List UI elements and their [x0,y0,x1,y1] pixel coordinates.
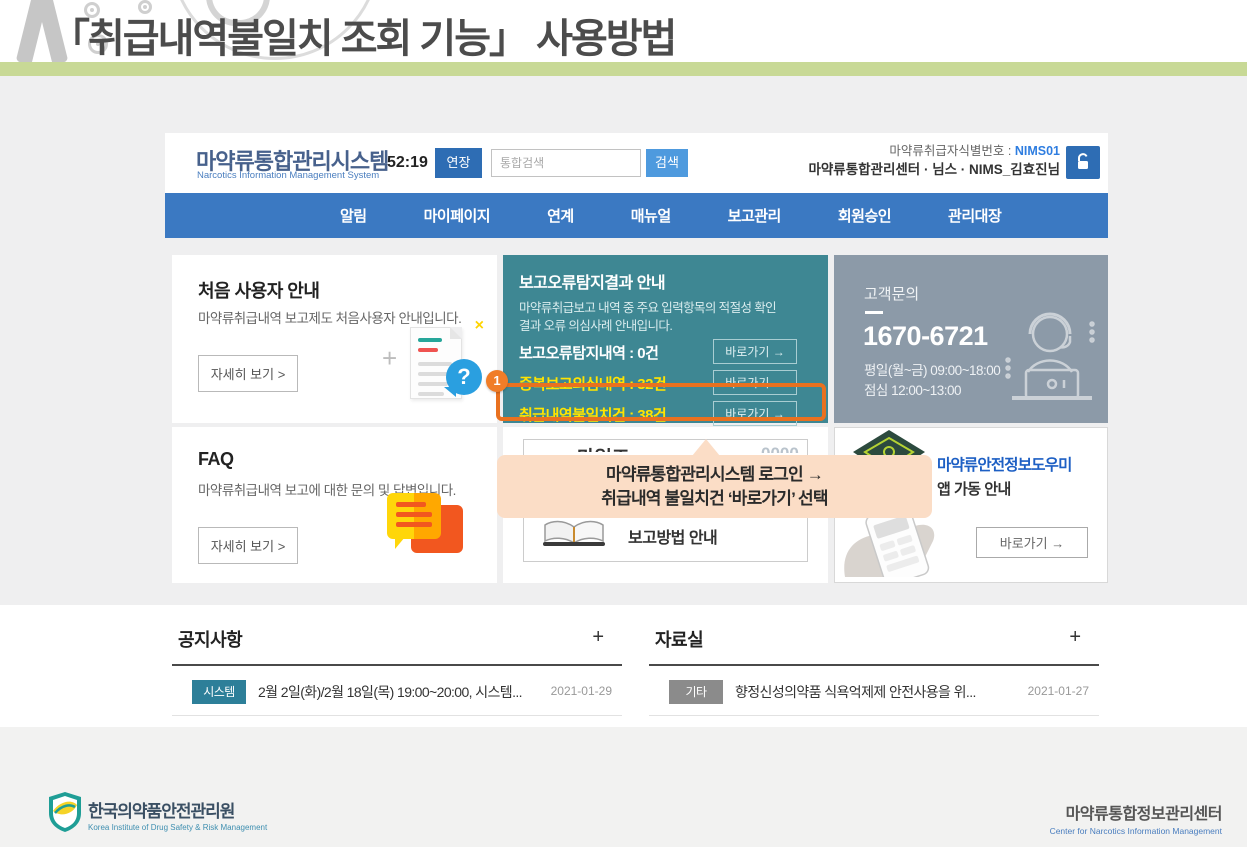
footer-left-logo: 한국의약품안전관리원 Korea Institute of Drug Safet… [48,791,267,838]
nav-item-alerts[interactable]: 알림 [340,205,367,226]
nav-item-mypage[interactable]: 마이페이지 [424,205,491,226]
app-go-button[interactable]: 바로가기 → [976,527,1088,558]
notice-more-button[interactable]: + [592,626,604,649]
user-id-label: 마약류취급자식별번호 : [889,144,1014,158]
card-first-user-guide: 처음 사용자 안내 마약류취급내역 보고제도 처음사용자 안내입니다. 자세히 … [172,255,497,423]
contact-lunch-hours: 점심 12:00~13:00 [864,379,961,399]
main-nav: 알림 마이페이지 연계 매뉴얼 보고관리 회원승인 관리대장 [165,193,1108,238]
nav-item-manual[interactable]: 매뉴얼 [631,205,671,226]
chat-bubbles-icon [387,493,465,561]
archive-text: 향정신성의약품 식욕억제제 안전사용을 위... [735,682,976,702]
page-title: 「취급내역불일치 조회 기능」 사용방법 [50,6,675,62]
instruction-callout: 마약류통합관리시스템 로그인 → 취급내역 불일치건 ‘바로가기’ 선택 [497,455,932,518]
faq-detail-button[interactable]: 자세히 보기 > [198,527,298,564]
row-error-count: 보고오류탐지내역 : 0건 [519,342,658,363]
user-id-line: 마약류취급자식별번호 : NIMS01 [889,140,1060,159]
go-button-error[interactable]: 바로가기 → [713,339,797,364]
mismatch-row-highlight [496,383,826,421]
session-extend-button[interactable]: 연장 [435,148,482,178]
notice-row[interactable]: 시스템 2월 2일(화)/2월 18일(목) 19:00~20:00, 시스템.… [172,666,622,716]
search-button[interactable]: 검색 [646,149,688,177]
card-title: 보고오류탐지결과 안내 [519,269,665,293]
site-logo-subtitle: Narcotics Information Management System [197,170,379,181]
notice-board-section: 공지사항 + 시스템 2월 2일(화)/2월 18일(목) 19:00~20:0… [172,618,622,716]
kids-shield-icon [48,791,82,838]
card-customer-contact: 고객문의 1670-6721 평일(월~금) 09:00~18:00 점심 12… [834,255,1108,423]
footer-left-name: 한국의약품안전관리원 [88,797,267,822]
user-id-value: NIMS01 [1015,144,1060,158]
nav-item-member-approval[interactable]: 회원승인 [838,205,891,226]
step-1-badge: 1 [486,370,508,392]
archive-date: 2021-01-27 [1028,684,1089,698]
card-title: FAQ [198,449,234,470]
callout-line-2: 취급내역 불일치건 ‘바로가기’ 선택 [497,487,932,511]
archive-section: 자료실 + 기타 향정신성의약품 식욕억제제 안전사용을 위... 2021-0… [649,618,1099,716]
open-book-icon [541,519,607,554]
slide: 「취급내역불일치 조회 기능」 사용방법 마약류통합관리시스템 Narcotic… [0,0,1247,847]
nav-item-report-mgmt[interactable]: 보고관리 [728,205,781,226]
title-band: 「취급내역불일치 조회 기능」 사용방법 [0,0,1247,62]
document-question-icon: +× ? [382,321,492,417]
search-input[interactable] [491,149,641,177]
archive-badge: 기타 [669,680,723,704]
notice-title: 공지사항 [178,626,242,652]
footer-right-name: 마약류통합정보관리센터 [1050,800,1222,824]
notice-badge: 시스템 [192,680,246,704]
user-org-line: 마약류통합관리센터 · 님스 · NIMS_김효진님 [808,158,1060,178]
footer-left-subtitle: Korea Institute of Drug Safety & Risk Ma… [88,823,267,832]
lock-button[interactable] [1066,146,1100,179]
guide-book-label: 보고방법 안내 [628,524,717,548]
footer-right-subtitle: Center for Narcotics Information Managem… [1050,826,1222,836]
card-faq: FAQ 마약류취급내역 보고에 대한 문의 및 답변입니다. 자세히 보기 > [172,427,497,583]
first-user-detail-button[interactable]: 자세히 보기 > [198,355,298,392]
callout-line-1: 마약류통합관리시스템 로그인 → [497,463,932,487]
guide-partial-title: 마일즈 [577,443,647,452]
session-timer: 52:19 [387,154,428,172]
nav-item-ledger[interactable]: 관리대장 [948,205,1001,226]
unlock-icon [1075,158,1091,173]
card-desc-line2: 결과 오류 의심사례 안내입니다. [519,315,672,334]
contact-title: 고객문의 [864,283,919,304]
site-header: 마약류통합관리시스템 Narcotics Information Managem… [165,133,1108,193]
archive-row[interactable]: 기타 향정신성의약품 식욕억제제 안전사용을 위... 2021-01-27 [649,666,1099,716]
green-divider-strip [0,62,1247,76]
card-title: 처음 사용자 안내 [198,277,319,303]
contact-dash [865,311,883,314]
archive-title: 자료실 [655,626,703,652]
archive-more-button[interactable]: + [1069,626,1081,649]
notice-date: 2021-01-29 [551,684,612,698]
contact-hours: 평일(월~금) 09:00~18:00 [864,359,1000,379]
card-desc-line1: 마약류취급보고 내역 중 주요 입력항목의 적절성 확인 [519,297,776,316]
call-center-operator-icon [992,300,1102,415]
contact-phone-number: 1670-6721 [863,321,988,352]
nav-item-link[interactable]: 연계 [547,205,574,226]
guide-partial-count: 0000 [761,444,811,453]
app-title: 마약류안전정보도우미 [937,453,1072,475]
notice-text: 2월 2일(화)/2월 18일(목) 19:00~20:00, 시스템... [258,682,522,702]
footer-right-logo: 마약류통합정보관리센터 Center for Narcotics Informa… [1050,800,1222,836]
